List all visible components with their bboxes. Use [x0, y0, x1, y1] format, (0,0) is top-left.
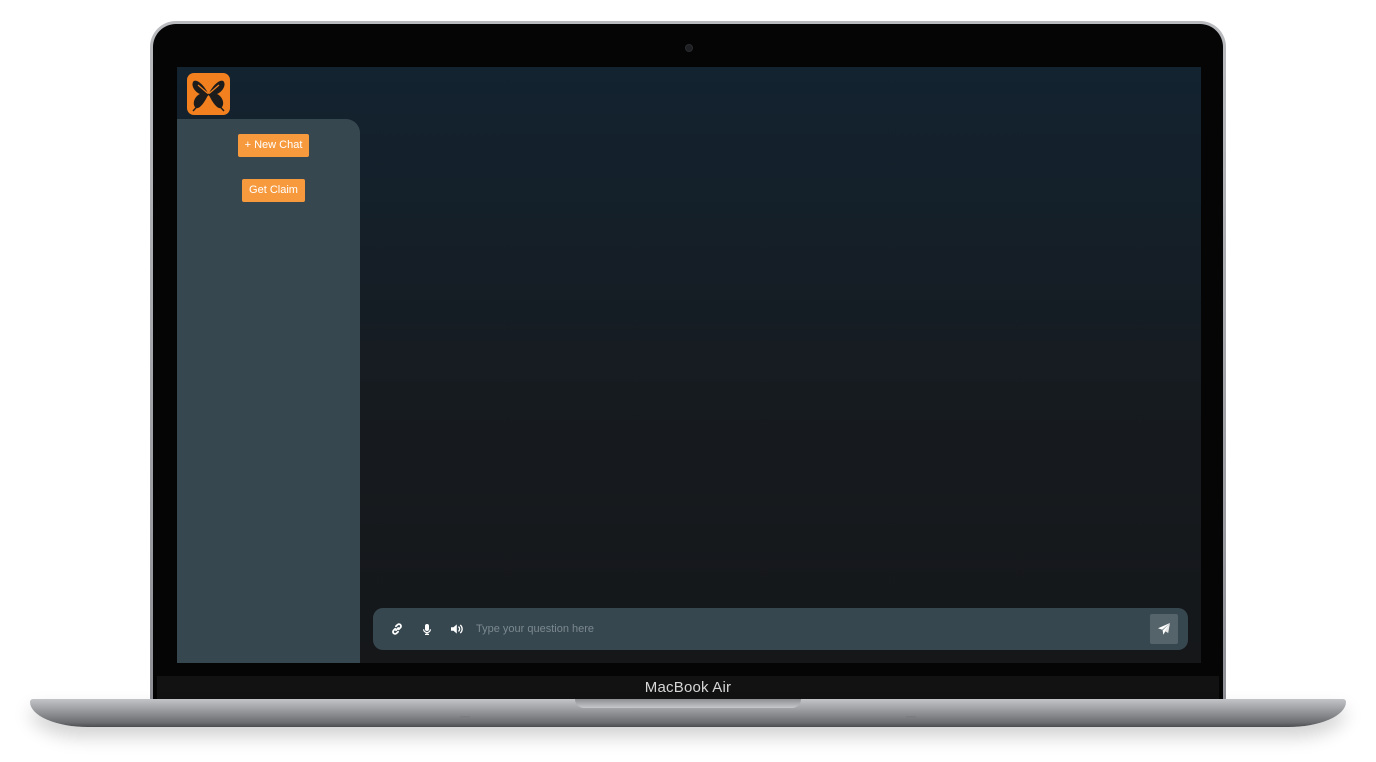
microphone-icon[interactable] — [417, 619, 437, 639]
laptop-foot — [906, 716, 916, 718]
new-chat-button[interactable]: + New Chat — [238, 134, 309, 157]
laptop-base — [30, 699, 1346, 727]
laptop-foot — [460, 716, 470, 718]
device-brand-label: MacBook Air — [644, 679, 732, 696]
app-logo[interactable] — [187, 73, 230, 115]
chat-input-bar — [373, 608, 1188, 650]
link-icon[interactable] — [387, 619, 407, 639]
webcam — [686, 45, 692, 51]
paper-plane-icon — [1158, 623, 1170, 635]
question-input[interactable] — [476, 619, 1136, 639]
send-button[interactable] — [1150, 614, 1178, 644]
sidebar: + New Chat Get Claim — [177, 119, 360, 663]
lid-opening-notch — [575, 699, 801, 708]
get-claim-button[interactable]: Get Claim — [242, 179, 305, 202]
speaker-icon[interactable] — [447, 619, 467, 639]
app-screen: + New Chat Get Claim — [177, 67, 1201, 663]
butterfly-icon — [192, 80, 225, 112]
